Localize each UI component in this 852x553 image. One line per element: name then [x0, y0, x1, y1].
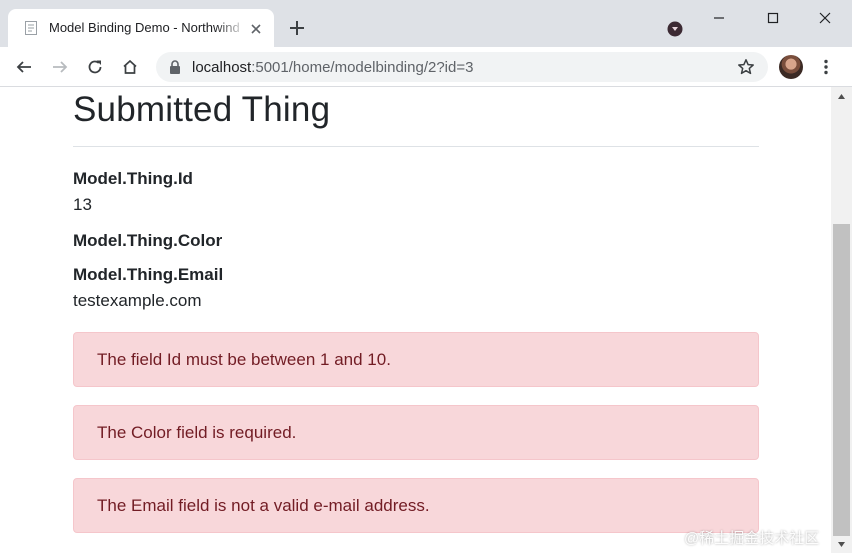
- error-alert-email: The Email field is not a valid e-mail ad…: [73, 478, 759, 533]
- reload-icon[interactable]: [86, 58, 104, 76]
- minimize-icon[interactable]: [709, 8, 729, 28]
- error-message: The field Id must be between 1 and 10.: [97, 350, 391, 369]
- field-label-email: Model.Thing.Email: [73, 265, 224, 284]
- arrow-left-icon[interactable]: [15, 58, 33, 76]
- field-label-color: Model.Thing.Color: [73, 231, 223, 250]
- divider: [73, 146, 759, 147]
- url-path: :5001/home/modelbinding/2?id=3: [251, 59, 474, 76]
- page-viewport: Submitted Thing Model.Thing.Id 13 Model.…: [0, 87, 852, 553]
- watermark: @稀土掘金技术社区: [684, 530, 820, 547]
- title-bar: Model Binding Demo - Northwind: [0, 0, 852, 47]
- home-icon[interactable]: [121, 58, 139, 76]
- url-host: localhost: [192, 59, 252, 76]
- star-icon[interactable]: [737, 58, 755, 76]
- plus-icon[interactable]: [288, 19, 306, 37]
- scroll-up-arrow-icon[interactable]: [831, 90, 852, 102]
- field-value-id: 13: [73, 195, 92, 214]
- close-icon[interactable]: [248, 21, 264, 37]
- profile-badge-icon[interactable]: [667, 21, 683, 37]
- error-message: The Color field is required.: [97, 423, 297, 442]
- window-close-icon[interactable]: [815, 8, 835, 28]
- maximize-icon[interactable]: [763, 8, 783, 28]
- error-alert-color: The Color field is required.: [73, 405, 759, 460]
- error-alert-id: The field Id must be between 1 and 10.: [73, 332, 759, 387]
- scrollbar-thumb[interactable]: [833, 224, 850, 536]
- field-value-email: testexample.com: [73, 291, 202, 310]
- page-title: Submitted Thing: [73, 90, 331, 129]
- field-label-id: Model.Thing.Id: [73, 169, 193, 188]
- lock-icon[interactable]: [169, 60, 181, 74]
- url-text[interactable]: localhost:5001/home/modelbinding/2?id=3: [192, 59, 473, 76]
- browser-toolbar: localhost:5001/home/modelbinding/2?id=3: [0, 47, 852, 87]
- address-bar[interactable]: localhost:5001/home/modelbinding/2?id=3: [156, 52, 768, 82]
- document-icon: [25, 21, 37, 35]
- arrow-right-icon[interactable]: [51, 58, 69, 76]
- avatar[interactable]: [779, 55, 803, 79]
- kebab-menu-icon[interactable]: [817, 58, 835, 76]
- scroll-down-arrow-icon[interactable]: [831, 539, 852, 551]
- tab-title: Model Binding Demo - Northwind: [49, 20, 240, 35]
- vertical-scrollbar[interactable]: [831, 87, 852, 553]
- error-message: The Email field is not a valid e-mail ad…: [97, 496, 430, 515]
- browser-tab[interactable]: Model Binding Demo - Northwind: [8, 9, 274, 47]
